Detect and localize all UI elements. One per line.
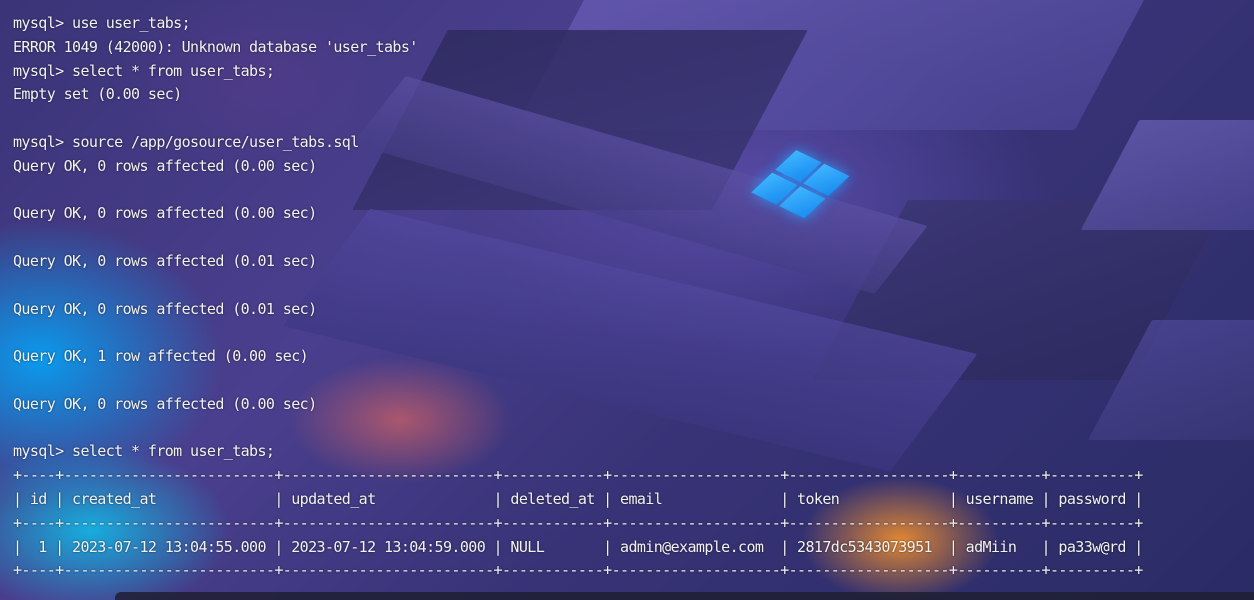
terminal-line: Query OK, 0 rows affected (0.00 sec) — [13, 156, 317, 175]
terminal-line: mysql> use user_tabs; — [13, 14, 191, 32]
table-border-line: +----+-------------------------+--------… — [13, 513, 1143, 532]
terminal-line: Query OK, 1 row affected (0.00 sec) — [13, 347, 309, 366]
table-header-row: | id | created_at | updated_at | deleted… — [13, 489, 1143, 508]
terminal-line: ERROR 1049 (42000): Unknown database 'us… — [13, 37, 418, 56]
table-border-line: +----+-------------------------+--------… — [13, 561, 1143, 580]
terminal-line: mysql> select * from user_tabs; — [13, 442, 275, 461]
terminal-line: mysql> select * from user_tabs; — [13, 61, 275, 80]
terminal-line: Query OK, 0 rows affected (0.00 sec) — [13, 394, 317, 413]
table-row: | 1 | 2023-07-12 13:04:55.000 | 2023-07-… — [13, 537, 1143, 556]
terminal-line: Query OK, 0 rows affected (0.01 sec) — [13, 251, 317, 270]
terminal-line: Query OK, 0 rows affected (0.01 sec) — [13, 299, 317, 318]
table-border-line: +----+-------------------------+--------… — [13, 466, 1143, 485]
terminal-line: Empty set (0.00 sec) — [13, 85, 182, 104]
window-bottom-edge — [115, 592, 1254, 600]
terminal-line: Query OK, 0 rows affected (0.00 sec) — [13, 204, 317, 223]
terminal-line: mysql> source /app/gosource/user_tabs.sq… — [13, 132, 359, 151]
terminal-output[interactable]: mysql> use user_tabs; ERROR 1049 (42000)… — [13, 12, 1243, 592]
